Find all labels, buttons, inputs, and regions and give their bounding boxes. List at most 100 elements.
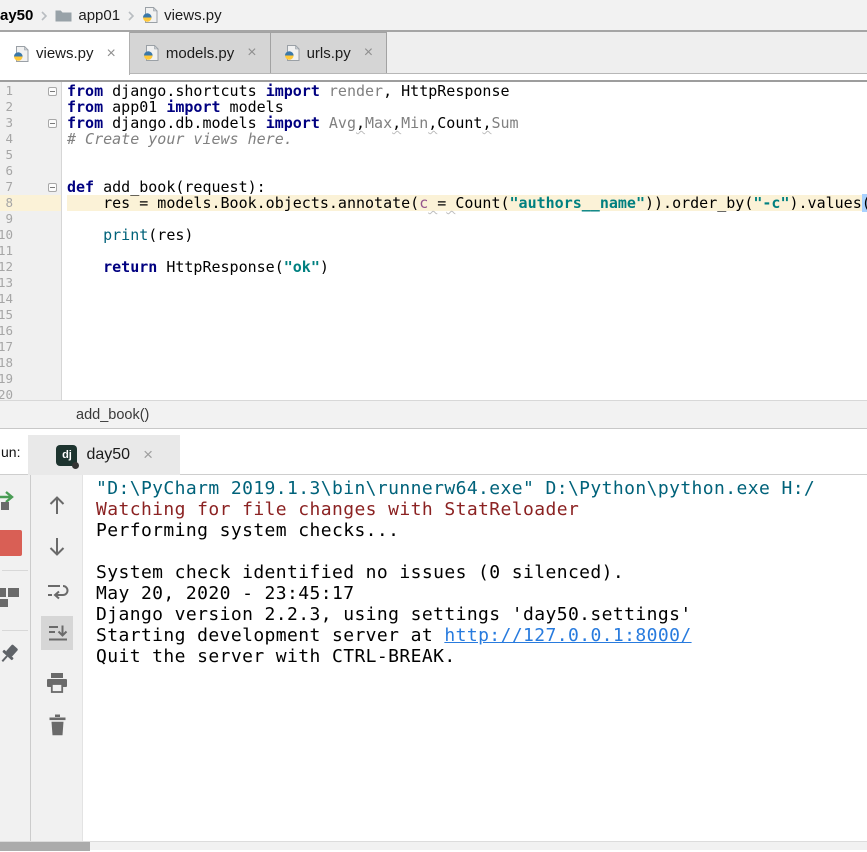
run-tab-day50[interactable]: dj day50 × (28, 435, 180, 475)
context-bar[interactable]: add_book() (0, 400, 867, 429)
tab-models-py[interactable]: models.py × (130, 32, 271, 73)
gutter-line-15[interactable]: 15 (0, 307, 61, 323)
code-token: , (428, 114, 437, 132)
line-number: 18 (0, 355, 13, 371)
delete-icon[interactable] (48, 714, 67, 736)
code-token: , (356, 114, 365, 132)
code-editor[interactable]: 1234567891011121314151617181920 from dja… (0, 82, 867, 400)
fold-marker-icon[interactable] (48, 119, 57, 128)
code-line-9[interactable] (67, 211, 867, 227)
rerun-icon[interactable] (0, 489, 20, 513)
h-scrollbar-thumb[interactable] (0, 842, 90, 851)
editor-gutter[interactable]: 1234567891011121314151617181920 (0, 82, 62, 400)
run-tab-close-icon[interactable]: × (143, 445, 153, 465)
gutter-line-12[interactable]: 12 (0, 259, 61, 275)
breadcrumb-package[interactable]: app01 (78, 7, 120, 24)
code-token: HttpResponse( (157, 258, 283, 276)
gutter-line-1[interactable]: 1 (0, 83, 61, 99)
context-method[interactable]: add_book() (76, 407, 149, 423)
gutter-line-2[interactable]: 2 (0, 99, 61, 115)
console-line-1: "D:\PyCharm 2019.1.3\bin\runnerw64.exe" … (96, 478, 867, 499)
code-line-1[interactable]: from django.shortcuts import render, Htt… (67, 83, 867, 99)
line-number: 14 (0, 291, 13, 307)
gutter-line-7[interactable]: 7 (0, 179, 61, 195)
breadcrumb-project[interactable]: ay50 (0, 7, 33, 24)
code-line-4[interactable]: # Create your views here. (67, 131, 867, 147)
restore-layout-icon[interactable] (0, 585, 22, 611)
gutter-line-13[interactable]: 13 (0, 275, 61, 291)
line-number: 9 (0, 211, 13, 227)
run-status-dot (72, 462, 79, 469)
console-line-2: Watching for file changes with StatReloa… (96, 499, 867, 520)
code-line-8[interactable]: res = models.Book.objects.annotate(c = C… (67, 195, 867, 211)
code-line-13[interactable] (67, 275, 867, 291)
gutter-line-8[interactable]: 8 (0, 195, 61, 211)
gutter-line-4[interactable]: 4 (0, 131, 61, 147)
code-line-5[interactable] (67, 147, 867, 163)
code-line-11[interactable] (67, 243, 867, 259)
gutter-line-9[interactable]: 9 (0, 211, 61, 227)
gutter-line-19[interactable]: 19 (0, 371, 61, 387)
code-token: "ok" (284, 258, 320, 276)
console-text: Performing system checks... (96, 520, 399, 541)
code-token: # Create your views here. (67, 130, 293, 148)
code-line-14[interactable] (67, 291, 867, 307)
gutter-line-16[interactable]: 16 (0, 323, 61, 339)
line-number: 13 (0, 275, 13, 291)
console-output[interactable]: "D:\PyCharm 2019.1.3\bin\runnerw64.exe" … (83, 475, 867, 841)
code-line-12[interactable]: return HttpResponse("ok") (67, 259, 867, 275)
editor-tab-bar: views.py × models.py × urls.py × (0, 32, 867, 74)
gutter-line-20[interactable]: 20 (0, 387, 61, 400)
code-line-16[interactable] (67, 323, 867, 339)
arrow-down-icon[interactable] (47, 535, 67, 559)
server-url-link[interactable]: http://127.0.0.1:8000/ (444, 625, 691, 646)
stop-icon[interactable] (0, 530, 22, 556)
chevron-right-icon (126, 9, 136, 23)
console-line-8: Starting development server at http://12… (96, 625, 867, 646)
print-icon[interactable] (46, 672, 68, 694)
gutter-line-6[interactable]: 6 (0, 163, 61, 179)
fold-marker-icon[interactable] (48, 87, 57, 96)
code-token: print (103, 226, 148, 244)
tab-close-icon[interactable]: × (364, 46, 373, 60)
code-line-7[interactable]: def add_book(request): (67, 179, 867, 195)
console-text: "D:\PyCharm 2019.1.3\bin\runnerw64.exe" … (96, 478, 815, 499)
horizontal-scrollbar[interactable] (0, 841, 867, 850)
code-line-17[interactable] (67, 339, 867, 355)
gutter-line-17[interactable]: 17 (0, 339, 61, 355)
tab-close-icon[interactable]: × (247, 46, 256, 60)
fold-marker-icon[interactable] (48, 183, 57, 192)
code-line-19[interactable] (67, 371, 867, 387)
code-line-2[interactable]: from app01 import models (67, 99, 867, 115)
code-area[interactable]: from django.shortcuts import render, Htt… (62, 82, 867, 400)
gutter-line-3[interactable]: 3 (0, 115, 61, 131)
code-line-3[interactable]: from django.db.models import Avg,Max,Min… (67, 115, 867, 131)
tab-close-icon[interactable]: × (107, 47, 116, 61)
line-number: 12 (0, 259, 13, 275)
gutter-line-18[interactable]: 18 (0, 355, 61, 371)
arrow-up-icon[interactable] (47, 493, 67, 517)
soft-wrap-icon[interactable] (46, 581, 69, 603)
console-line-5: System check identified no issues (0 sil… (96, 562, 867, 583)
python-file-icon (143, 45, 159, 61)
code-token (446, 194, 455, 212)
gutter-line-5[interactable]: 5 (0, 147, 61, 163)
console-text: Quit the server with CTRL-BREAK. (96, 646, 456, 667)
code-token: , (392, 114, 401, 132)
console-line-4 (96, 541, 867, 562)
line-number: 1 (0, 83, 13, 99)
pin-icon[interactable] (0, 641, 22, 669)
scroll-to-end-icon[interactable] (47, 623, 68, 644)
tab-views-py[interactable]: views.py × (0, 32, 130, 75)
gutter-line-11[interactable]: 11 (0, 243, 61, 259)
code-line-18[interactable] (67, 355, 867, 371)
gutter-line-10[interactable]: 10 (0, 227, 61, 243)
breadcrumb-file[interactable]: views.py (164, 7, 222, 24)
tab-urls-py[interactable]: urls.py × (271, 32, 388, 73)
code-line-20[interactable] (67, 387, 867, 400)
code-line-15[interactable] (67, 307, 867, 323)
code-line-10[interactable]: print(res) (67, 227, 867, 243)
code-line-6[interactable] (67, 163, 867, 179)
line-number: 10 (0, 227, 13, 243)
gutter-line-14[interactable]: 14 (0, 291, 61, 307)
